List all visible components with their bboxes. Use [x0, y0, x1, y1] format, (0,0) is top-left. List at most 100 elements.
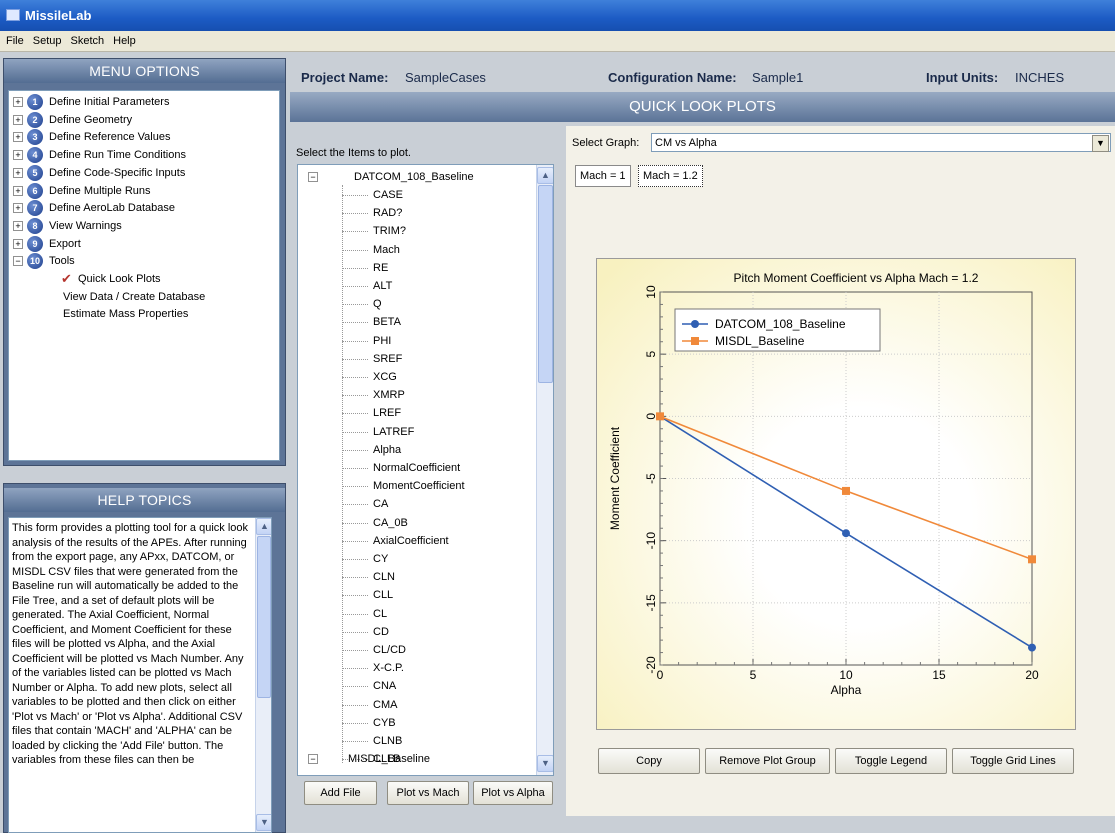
help-scroll-thumb[interactable] — [257, 536, 271, 698]
tree-connector — [342, 650, 368, 651]
step-number-icon: 5 — [27, 164, 43, 181]
variable-item[interactable]: CA — [373, 495, 388, 513]
scroll-up-icon[interactable]: ▲ — [256, 518, 271, 535]
variable-item[interactable]: CL — [373, 605, 387, 623]
variable-item[interactable]: XCG — [373, 368, 397, 386]
add-file-button[interactable]: Add File — [304, 781, 377, 805]
help-text: This form provides a plotting tool for a… — [12, 522, 249, 766]
scroll-down-icon[interactable]: ▼ — [256, 814, 271, 831]
variable-item[interactable]: CNA — [373, 677, 396, 695]
items-scroll-thumb[interactable] — [538, 185, 553, 383]
select-graph-dropdown[interactable]: CM vs Alpha ▼ — [651, 133, 1111, 152]
menu-item-4[interactable]: +4 Define Run Time Conditions — [9, 146, 277, 164]
tools-item-label: Quick Look Plots — [78, 273, 161, 285]
scroll-down-icon[interactable]: ▼ — [537, 755, 553, 772]
variable-item[interactable]: LATREF — [373, 423, 414, 441]
variable-item[interactable]: SREF — [373, 350, 402, 368]
variable-item[interactable]: Q — [373, 295, 382, 313]
variable-item[interactable]: LREF — [373, 404, 401, 422]
tree-connector — [342, 704, 368, 706]
scroll-up-icon[interactable]: ▲ — [537, 167, 553, 184]
tree-connector — [342, 377, 368, 378]
variable-item[interactable]: TRIM? — [373, 222, 406, 240]
tab-mach-1-2[interactable]: Mach = 1.2 — [638, 165, 703, 187]
tab-mach-1[interactable]: Mach = 1 — [575, 165, 631, 187]
collapse-icon[interactable]: − — [308, 754, 318, 764]
step-number-icon: 2 — [27, 111, 43, 128]
variable-item[interactable]: RE — [373, 259, 388, 277]
toggle-legend-button[interactable]: Toggle Legend — [835, 748, 947, 774]
data-point — [656, 412, 664, 421]
tree-connector — [342, 322, 368, 324]
items-tree[interactable]: − DATCOM_108_Baseline CASE RAD? TRIM? Mach RE A… — [297, 164, 554, 776]
plot-vs-alpha-button[interactable]: Plot vs Alpha — [473, 781, 553, 805]
checkmark-icon: ✔ — [61, 271, 72, 286]
variable-item[interactable]: AxialCoefficient — [373, 532, 449, 550]
expand-icon[interactable]: + — [13, 167, 23, 178]
menu-item-9[interactable]: +9 Export — [9, 235, 277, 253]
variable-item[interactable]: Mach — [373, 241, 400, 259]
menu-help[interactable]: Help — [113, 35, 136, 47]
expand-icon[interactable]: + — [13, 150, 23, 161]
toggle-grid-lines-button[interactable]: Toggle Grid Lines — [952, 748, 1074, 774]
variable-item[interactable]: X-C.P. — [373, 659, 404, 677]
variable-item[interactable]: CLL — [373, 586, 393, 604]
data-point — [842, 529, 850, 538]
expand-icon[interactable]: + — [13, 220, 23, 231]
collapse-icon[interactable]: − — [13, 256, 23, 267]
menu-item-3[interactable]: +3 Define Reference Values — [9, 128, 277, 146]
expand-icon[interactable]: + — [13, 203, 23, 214]
menu-item-label: Define AeroLab Database — [49, 202, 175, 215]
tree-connector — [342, 249, 368, 251]
variable-item[interactable]: XMRP — [373, 386, 405, 404]
variable-item[interactable]: MomentCoefficient — [373, 477, 465, 495]
menu-setup[interactable]: Setup — [33, 35, 62, 47]
menu-item-8[interactable]: +8 View Warnings — [9, 217, 277, 235]
variable-item[interactable]: CLN — [373, 568, 395, 586]
collapse-icon[interactable]: − — [308, 172, 318, 182]
menu-sketch[interactable]: Sketch — [70, 35, 104, 47]
expand-icon[interactable]: + — [13, 97, 23, 107]
variable-item[interactable]: CASE — [373, 186, 403, 204]
expand-icon[interactable]: + — [13, 132, 23, 143]
menu-item-1[interactable]: +1 Define Initial Parameters — [9, 93, 277, 111]
variable-item[interactable]: Alpha — [373, 441, 401, 459]
menu-item-label: Tools — [49, 255, 75, 268]
remove-plot-group-button[interactable]: Remove Plot Group — [705, 748, 830, 774]
items-scrollbar[interactable]: ▲ ▼ — [536, 165, 553, 775]
menu-item-5[interactable]: +5 Define Code-Specific Inputs — [9, 164, 277, 182]
tree-connector — [342, 613, 368, 615]
menu-item-6[interactable]: +6 Define Multiple Runs — [9, 182, 277, 200]
expand-icon[interactable]: + — [13, 238, 23, 249]
copy-button[interactable]: Copy — [598, 748, 700, 774]
tree-connector — [342, 577, 368, 579]
help-scrollbar[interactable]: ▲ ▼ — [255, 518, 271, 832]
app-icon — [6, 9, 20, 21]
variable-item[interactable]: CA_0B — [373, 514, 408, 532]
variable-item[interactable]: BETA — [373, 313, 401, 331]
variable-item[interactable]: CYB — [373, 714, 396, 732]
file-node-label: MISDL_Baseline — [348, 753, 430, 765]
variable-item[interactable]: CD — [373, 623, 389, 641]
variable-item[interactable]: CL/CD — [373, 641, 406, 659]
chart-title: Pitch Moment Coefficient vs Alpha Mach =… — [734, 271, 979, 285]
expand-icon[interactable]: + — [13, 114, 23, 125]
tree-connector — [342, 395, 368, 397]
expand-icon[interactable]: + — [13, 185, 23, 196]
chevron-down-icon[interactable]: ▼ — [1092, 135, 1109, 152]
variable-item[interactable]: PHI — [373, 332, 391, 350]
menu-file[interactable]: File — [6, 35, 24, 47]
variable-item[interactable]: RAD? — [373, 204, 402, 222]
variable-item[interactable]: NormalCoefficient — [373, 459, 460, 477]
variable-item[interactable]: ALT — [373, 277, 392, 295]
x-tick-label: 15 — [932, 668, 946, 682]
menu-item-7[interactable]: +7 Define AeroLab Database — [9, 199, 277, 217]
menu-item-10[interactable]: −10 Tools — [9, 252, 277, 270]
variable-item[interactable]: CY — [373, 550, 388, 568]
chart-frame: 0 5 10 15 20 -20 -15 -10 -5 0 5 10 Pitch Moment Coef… — [596, 258, 1076, 730]
variable-item[interactable]: CLNB — [373, 732, 402, 750]
plot-vs-mach-button[interactable]: Plot vs Mach — [387, 781, 469, 805]
variable-item[interactable]: CMA — [373, 696, 397, 714]
tree-connector — [342, 686, 368, 688]
menu-item-2[interactable]: +2 Define Geometry — [9, 111, 277, 129]
